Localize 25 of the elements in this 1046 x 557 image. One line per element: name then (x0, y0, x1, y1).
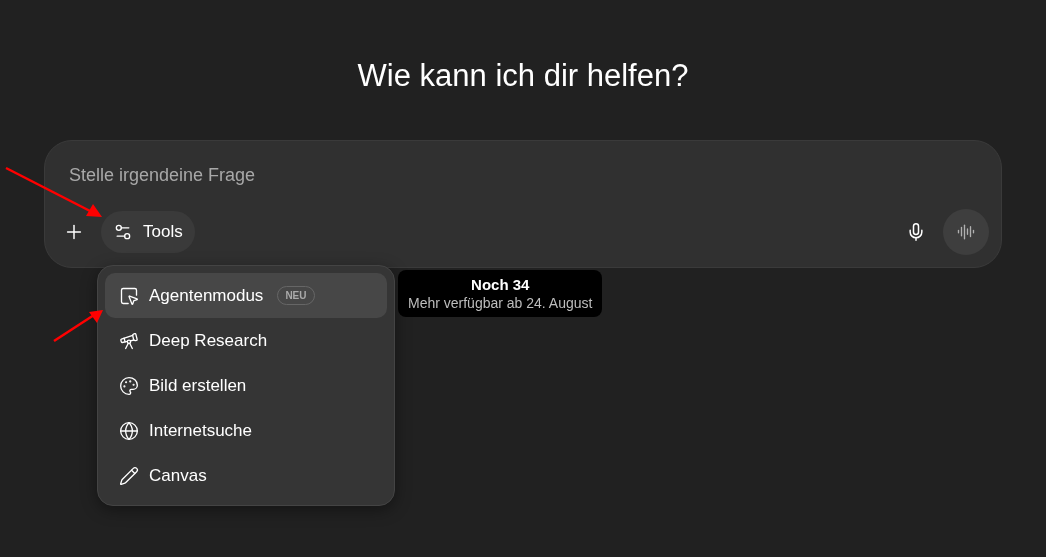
page-heading: Wie kann ich dir helfen? (357, 57, 689, 95)
menu-item[interactable]: Agentenmodus NEU (105, 273, 387, 318)
menu-item-label: Bild erstellen (149, 375, 247, 396)
menu-item-label: Canvas (149, 465, 207, 486)
menu-item[interactable]: Internetsuche (105, 408, 387, 453)
tools-button[interactable]: Tools (101, 211, 195, 253)
menu-item-label: Agentenmodus (149, 285, 264, 306)
globe-icon (119, 420, 139, 441)
menu-item[interactable]: Bild erstellen (105, 363, 387, 408)
palette-icon (119, 375, 139, 396)
sound-wave-icon (957, 223, 975, 241)
prompt-field[interactable]: Stelle irgendeine Frage (69, 161, 769, 190)
pointer-square-icon (119, 285, 139, 306)
menu-item-label: Deep Research (149, 330, 268, 351)
telescope-icon (119, 330, 139, 351)
microphone-icon (906, 222, 926, 242)
voice-button[interactable] (943, 209, 989, 255)
menu-item-label: Internetsuche (149, 420, 252, 441)
menu-item[interactable]: Deep Research (105, 318, 387, 363)
tooltip-title: Noch 34 (471, 276, 530, 293)
menu-item[interactable]: Canvas (105, 453, 387, 498)
tooltip-text: Mehr verfügbar ab 24. August (408, 295, 593, 311)
pencil-icon (119, 465, 139, 486)
annotation-arrow (52, 308, 104, 344)
sliders-icon (113, 222, 133, 242)
